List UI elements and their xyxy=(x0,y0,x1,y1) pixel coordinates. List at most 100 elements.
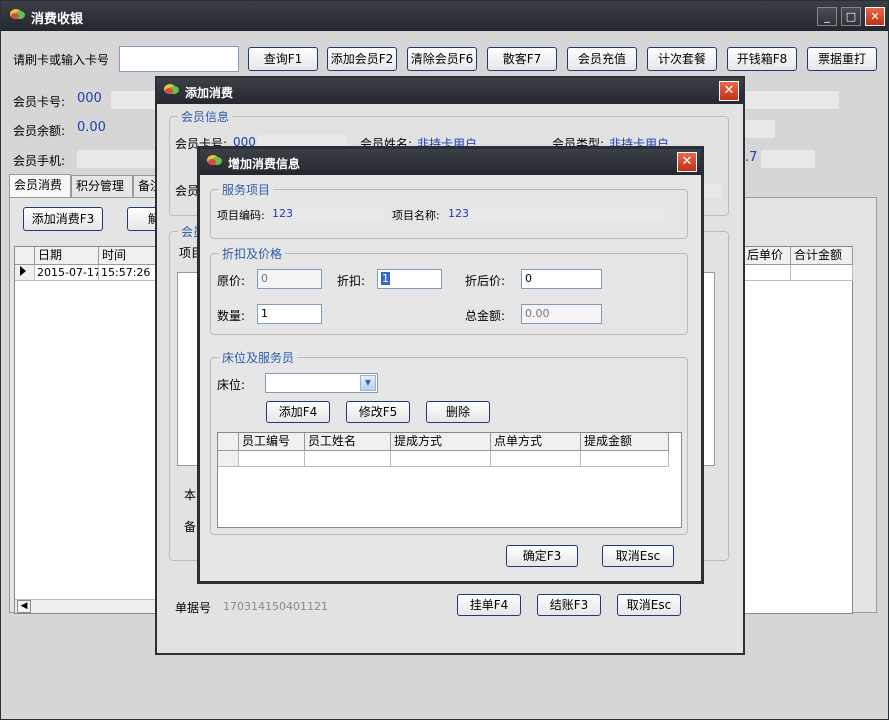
price-group-title: 折扣及价格 xyxy=(219,245,286,262)
consume-info-title: 增加消费信息 xyxy=(228,157,301,171)
hold-order-button[interactable]: 挂单F4 xyxy=(457,594,521,616)
checkout-button[interactable]: 结账F3 xyxy=(537,594,601,616)
member-balance-label: 会员余额: xyxy=(13,124,66,138)
count-package-button[interactable]: 计次套餐 xyxy=(647,47,717,71)
staff-row-id[interactable] xyxy=(239,451,305,467)
delete-staff-button[interactable]: 删除 xyxy=(426,401,490,423)
member-phone-strip xyxy=(77,150,157,168)
member-right-strip xyxy=(761,150,815,168)
tab-points[interactable]: 积分管理 xyxy=(71,175,133,197)
cancel-order-button[interactable]: 取消Esc xyxy=(617,594,681,616)
bed-staff-group-title: 床位及服务员 xyxy=(219,349,298,366)
item-code-value: 123 xyxy=(272,207,293,220)
member-card-value: 000 xyxy=(77,91,102,106)
maximize-icon[interactable]: □ xyxy=(841,7,861,26)
discount-label: 折扣: xyxy=(337,274,366,288)
staff-row-selector[interactable] xyxy=(218,451,239,467)
member-card-strip xyxy=(111,91,156,109)
bed-label: 床位: xyxy=(217,378,246,392)
dlg-ben-label: 本 xyxy=(184,488,197,502)
staff-header-id: 员工编号 xyxy=(239,433,305,451)
minimize-icon[interactable]: _ xyxy=(817,7,837,26)
order-no-value: 170314150401121 xyxy=(223,600,328,613)
consume-info-close-icon[interactable]: ✕ xyxy=(677,152,697,172)
consume-info-titlebar[interactable]: 增加消费信息 ✕ xyxy=(200,149,701,175)
row-after-price[interactable] xyxy=(744,265,791,281)
close-icon[interactable]: ✕ xyxy=(865,7,885,26)
add-consume-logo-icon xyxy=(163,82,181,98)
member-balance-strip xyxy=(741,120,775,138)
consume-info-logo-icon xyxy=(206,153,224,169)
reprint-receipt-button[interactable]: 票据重打 xyxy=(807,47,877,71)
order-no-label: 单据号 xyxy=(175,601,212,615)
staff-header-commission-amount: 提成金额 xyxy=(581,433,669,451)
grid-hscrollbar[interactable]: ◀ xyxy=(15,599,159,613)
member-phone-label: 会员手机: xyxy=(13,154,66,168)
member-card-label: 会员卡号: xyxy=(13,95,66,109)
staff-row-commission-type[interactable] xyxy=(391,451,491,467)
chevron-down-icon[interactable]: ▼ xyxy=(360,375,376,391)
item-code-label: 项目编码: xyxy=(217,209,265,222)
add-consume-button[interactable]: 添加消费F3 xyxy=(23,207,103,231)
dlg-partial-strip xyxy=(701,184,721,198)
grid-header-total: 合计金额 xyxy=(791,247,853,265)
item-name-strip xyxy=(468,207,666,221)
tab-member-consume[interactable]: 会员消费 xyxy=(9,174,71,198)
staff-row-commission-amount[interactable] xyxy=(581,451,669,467)
grid-header-date: 日期 xyxy=(35,247,99,265)
open-cash-drawer-button[interactable]: 开钱箱F8 xyxy=(727,47,797,71)
item-code-strip xyxy=(292,207,386,221)
member-right-value: .7 xyxy=(745,150,758,165)
add-consume-title: 添加消费 xyxy=(185,86,234,100)
orig-price-input[interactable]: 0 xyxy=(257,269,322,289)
cancel-button[interactable]: 取消Esc xyxy=(602,545,674,567)
card-input-label: 请刷卡或输入卡号 xyxy=(13,53,110,67)
member-recharge-button[interactable]: 会员充值 xyxy=(567,47,637,71)
window-title: 消费收银 xyxy=(31,12,84,27)
add-consume-titlebar[interactable]: 添加消费 ✕ xyxy=(157,78,743,104)
app-logo-icon xyxy=(9,7,27,23)
discount-input[interactable]: 1 xyxy=(377,269,442,289)
item-name-value: 123 xyxy=(448,207,469,220)
staff-header-order-type: 点单方式 xyxy=(491,433,581,451)
scroll-left-icon[interactable]: ◀ xyxy=(17,600,31,613)
card-number-input[interactable] xyxy=(119,46,239,72)
row-time[interactable]: 15:57:26 xyxy=(99,265,159,281)
after-price-label: 折后价: xyxy=(465,274,506,288)
consume-info-dialog: 增加消费信息 ✕ 服务项目 项目编码: 123 项目名称: 123 折扣及价格 … xyxy=(197,146,704,584)
main-titlebar[interactable]: 消费收银 _ □ ✕ xyxy=(1,1,888,31)
service-group-title: 服务项目 xyxy=(219,181,274,198)
grid-corner xyxy=(15,247,35,265)
query-button[interactable]: 查询F1 xyxy=(248,47,318,71)
staff-grid: 员工编号 员工姓名 提成方式 点单方式 提成金额 xyxy=(217,432,682,528)
staff-row-name[interactable] xyxy=(305,451,391,467)
row-date[interactable]: 2015-07-17 xyxy=(35,265,99,281)
grid-header-after-price: 后单价 xyxy=(744,247,791,265)
discount-value: 1 xyxy=(381,272,390,285)
confirm-button[interactable]: 确定F3 xyxy=(506,545,578,567)
walk-in-button[interactable]: 散客F7 xyxy=(487,47,557,71)
member-info-strip xyxy=(741,91,839,109)
total-input[interactable]: 0.00 xyxy=(521,304,602,324)
member-info-group-title: 会员信息 xyxy=(178,108,233,125)
grid-header-time: 时间 xyxy=(99,247,159,265)
staff-header-commission-type: 提成方式 xyxy=(391,433,491,451)
after-price-input[interactable]: 0 xyxy=(521,269,602,289)
orig-price-label: 原价: xyxy=(217,274,246,288)
clear-member-button[interactable]: 清除会员F6 xyxy=(407,47,477,71)
consume-grid: 日期 时间 2015-07-17 15:57:26 xyxy=(14,246,159,614)
staff-header-name: 员工姓名 xyxy=(305,433,391,451)
row-total[interactable] xyxy=(791,265,853,281)
bed-select[interactable]: ▼ xyxy=(265,373,378,393)
consume-grid-right: 后单价 合计金额 xyxy=(743,246,853,614)
total-label: 总金额: xyxy=(465,309,506,323)
row-selector[interactable] xyxy=(15,265,35,281)
dlg-partial-label: 会员 xyxy=(175,184,200,198)
staff-grid-corner xyxy=(218,433,239,451)
add-member-button[interactable]: 添加会员F2 xyxy=(327,47,397,71)
add-consume-close-icon[interactable]: ✕ xyxy=(719,81,739,101)
staff-row-order-type[interactable] xyxy=(491,451,581,467)
edit-staff-button[interactable]: 修改F5 xyxy=(346,401,410,423)
add-staff-button[interactable]: 添加F4 xyxy=(266,401,330,423)
quantity-input[interactable]: 1 xyxy=(257,304,322,324)
